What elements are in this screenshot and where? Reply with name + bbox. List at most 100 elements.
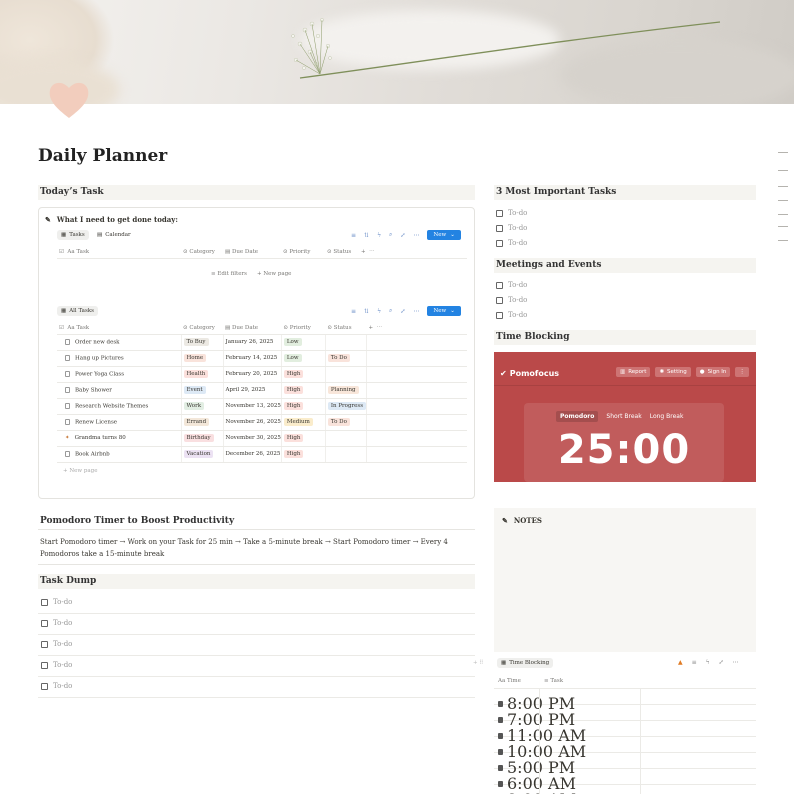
checkbox[interactable]	[496, 281, 503, 289]
page-icon	[65, 370, 70, 377]
time-row[interactable]: 7:00 PM	[494, 705, 756, 729]
table-row[interactable]: ✦ Grandma turns 80 Birthday November 30, …	[57, 430, 467, 447]
mode-long-break[interactable]: Long Break	[650, 411, 684, 422]
checkbox[interactable]	[496, 296, 503, 304]
automation-icon[interactable]: ϟ	[377, 232, 381, 239]
time-row[interactable]: 8:00 PM	[494, 689, 756, 713]
todays-task-callout: ✎ What I need to get done today: ▦ Tasks …	[38, 207, 475, 499]
checkbox[interactable]	[41, 640, 48, 648]
time-row[interactable]: 5:00 PM	[494, 753, 756, 777]
todo-item[interactable]: To-do	[496, 311, 527, 319]
sort-icon[interactable]: ⇅	[364, 308, 369, 315]
checkbox[interactable]	[496, 239, 503, 247]
todo-item[interactable]: To-do	[41, 598, 72, 606]
kebab-icon: ⋮	[739, 369, 745, 375]
drag-handle-icon[interactable]: + ⠿	[473, 660, 483, 666]
report-button[interactable]: ▥ Report	[616, 367, 651, 377]
time-row[interactable]: 6:00 AM	[494, 769, 756, 793]
pomofocus-embed[interactable]: ✔ Pomofocus ▥ Report ✺ Setting ● Sign In ⋮ P…	[494, 352, 756, 482]
mode-pomodoro[interactable]: Pomodoro	[556, 411, 599, 422]
automation-icon[interactable]: ϟ	[706, 659, 710, 666]
todo-item[interactable]: To-do	[41, 640, 72, 648]
todo-item[interactable]: To-do	[496, 296, 527, 304]
table-row[interactable]: Renew License Errand November 26, 2025 M…	[57, 414, 467, 431]
table-row[interactable]: Order new desk To Buy January 26, 2025 L…	[57, 334, 467, 351]
table-row[interactable]: Research Website Themes Work November 13…	[57, 398, 467, 415]
time-view-toolbar: ▲ ≡ ϟ ⤢ ⋯	[678, 659, 739, 666]
automation-icon[interactable]: ϟ	[377, 308, 381, 315]
search-icon[interactable]: ⌕	[389, 231, 392, 239]
checkbox[interactable]	[41, 619, 48, 627]
search-icon[interactable]: ⌕	[389, 307, 392, 315]
outline-marker[interactable]	[778, 240, 788, 241]
outline-marker[interactable]	[778, 200, 788, 201]
checkbox-icon[interactable]: ☑	[59, 325, 64, 331]
todo-item[interactable]: To-do	[496, 209, 527, 217]
todays-task-header: Today’s Task	[38, 185, 475, 200]
table-row[interactable]: Hang up Pictures Home February 14, 2025 …	[57, 350, 467, 367]
pomofocus-logo: ✔ Pomofocus	[500, 369, 560, 378]
todo-item[interactable]: To-do	[496, 224, 527, 232]
checkbox[interactable]	[41, 682, 48, 690]
checkbox[interactable]	[496, 209, 503, 217]
filter-icon[interactable]: ≡	[692, 659, 697, 666]
expand-icon[interactable]: ⤢	[400, 232, 405, 239]
pomodoro-header: Pomodoro Timer to Boost Productivity	[38, 514, 475, 530]
outline-marker[interactable]	[778, 152, 788, 153]
new-button[interactable]: New ⌄	[427, 306, 461, 316]
menu-button[interactable]: ⋮	[735, 367, 749, 377]
tab-all-tasks[interactable]: ▦ All Tasks	[57, 306, 98, 316]
todo-item[interactable]: To-do	[496, 239, 527, 247]
time-table-header: Aa Time ≡ Task	[494, 674, 756, 689]
chart-icon: ▥	[620, 369, 626, 375]
expand-icon[interactable]: ⤢	[400, 308, 405, 315]
sort-icon[interactable]: ⇅	[364, 232, 369, 239]
warning-icon[interactable]: ▲	[678, 659, 683, 666]
task-dump-header: Task Dump	[38, 574, 475, 589]
time-row[interactable]: 8:00 AM	[494, 785, 756, 794]
time-row[interactable]: 10:00 AM	[494, 737, 756, 761]
todo-item[interactable]: To-do	[41, 661, 72, 669]
more-icon[interactable]: ⋯	[413, 232, 419, 239]
outline-marker[interactable]	[778, 226, 788, 227]
meetings-header: Meetings and Events	[494, 258, 756, 273]
chevron-down-icon[interactable]: ⌄	[450, 308, 455, 314]
sign-in-button[interactable]: ● Sign In	[695, 367, 731, 377]
more-icon[interactable]: ⋯	[733, 659, 739, 666]
more-icon[interactable]: ⋯	[413, 308, 419, 315]
chevron-down-icon[interactable]: ⌄	[450, 232, 455, 238]
checkbox[interactable]	[41, 598, 48, 606]
pencil-icon: ✎	[45, 215, 51, 224]
page-icon	[65, 354, 70, 361]
new-button[interactable]: New ⌄	[427, 230, 461, 240]
checkbox[interactable]	[496, 311, 503, 319]
mode-short-break[interactable]: Short Break	[606, 411, 641, 422]
todo-item[interactable]: To-do	[41, 682, 72, 690]
time-row[interactable]: 11:00 AM	[494, 721, 756, 745]
tab-time-blocking[interactable]: ▦ Time Blocking	[497, 658, 554, 668]
checkbox[interactable]	[496, 224, 503, 232]
expand-icon[interactable]: ⤢	[719, 659, 724, 666]
checkbox-icon[interactable]: ☑	[59, 249, 64, 255]
outline-marker[interactable]	[778, 214, 788, 215]
view-toolbar: ≡ ⇅ ϟ ⌕ ⤢ ⋯ New ⌄	[351, 230, 461, 240]
table-row[interactable]: Book Airbnb Vacation December 26, 2025 H…	[57, 446, 467, 463]
outline-marker[interactable]	[778, 170, 788, 171]
filter-icon[interactable]: ≡	[351, 232, 356, 239]
pencil-icon: ✎	[502, 516, 508, 525]
todo-item[interactable]: To-do	[41, 619, 72, 627]
new-page-row[interactable]: + New page	[63, 468, 97, 474]
tab-tasks[interactable]: ▦ Tasks	[57, 230, 89, 240]
todo-item[interactable]: To-do	[496, 281, 527, 289]
checkbox[interactable]	[41, 661, 48, 669]
table-row[interactable]: Power Yoga Class Health February 20, 202…	[57, 366, 467, 383]
setting-button[interactable]: ✺ Setting	[655, 367, 691, 377]
tab-calendar[interactable]: ▤ Calendar	[93, 230, 135, 240]
table-row[interactable]: Baby Shower Event April 29, 2025 High Pl…	[57, 382, 467, 399]
filter-icon[interactable]: ≡	[351, 308, 356, 315]
pomofocus-nav: ▥ Report ✺ Setting ● Sign In ⋮	[616, 367, 749, 377]
new-page-button[interactable]: + New page	[257, 271, 291, 277]
outline-marker[interactable]	[778, 186, 788, 187]
gear-icon: ✺	[659, 369, 665, 375]
edit-filters-button[interactable]: ≡ Edit filters	[211, 271, 247, 277]
